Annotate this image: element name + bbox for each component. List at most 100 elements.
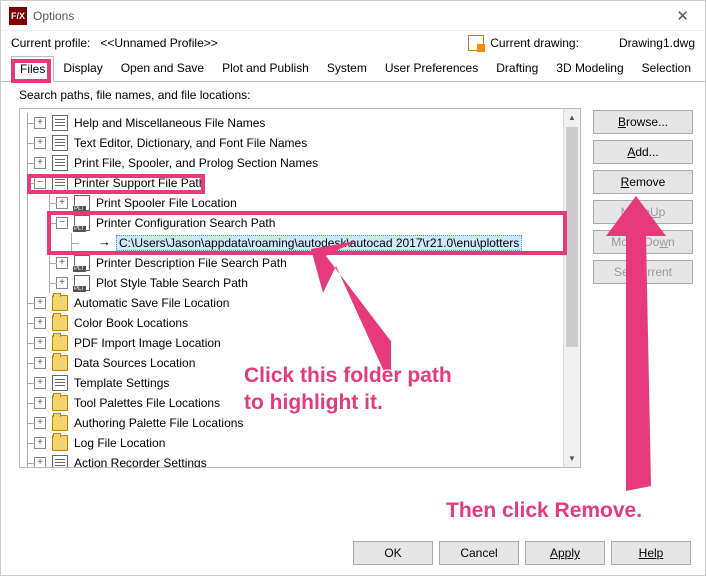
tree-row[interactable]: − Printer Configuration Search Path	[22, 213, 578, 233]
drawing-icon	[468, 35, 484, 51]
expand-icon[interactable]: +	[34, 297, 46, 309]
tree-item-label[interactable]: Action Recorder Settings	[72, 456, 209, 467]
tree-item-label[interactable]: Automatic Save File Location	[72, 296, 231, 310]
tree-item-label[interactable]: Help and Miscellaneous File Names	[72, 116, 267, 130]
doc-icon	[52, 115, 68, 131]
expand-icon[interactable]: +	[34, 437, 46, 449]
annotation-arrow-right	[596, 196, 676, 496]
doc-icon	[52, 135, 68, 151]
doc-icon	[52, 455, 68, 467]
tabs-bar: FilesDisplayOpen and SavePlot and Publis…	[1, 55, 705, 82]
tree-item-label[interactable]: Printer Configuration Search Path	[94, 216, 277, 230]
plt-icon	[74, 215, 90, 231]
tab-system[interactable]: System	[318, 55, 376, 81]
tab-profiles[interactable]: Profiles	[700, 55, 706, 81]
tree-row[interactable]: + Authoring Palette File Locations	[22, 413, 578, 433]
tree-row[interactable]: + Tool Palettes File Locations	[22, 393, 578, 413]
collapse-icon[interactable]: −	[34, 177, 46, 189]
expand-icon[interactable]: +	[34, 157, 46, 169]
doc-icon	[52, 155, 68, 171]
annotation-text-3: Then click Remove.	[446, 499, 642, 523]
collapse-icon[interactable]: −	[56, 217, 68, 229]
folder-icon	[52, 435, 68, 451]
expand-icon[interactable]: +	[34, 317, 46, 329]
close-icon[interactable]: ✕	[668, 7, 697, 25]
expand-icon[interactable]: +	[34, 357, 46, 369]
tree-item-label[interactable]: Data Sources Location	[72, 356, 197, 370]
apply-label: Apply	[550, 546, 580, 560]
expand-icon[interactable]: +	[56, 257, 68, 269]
expand-icon[interactable]: +	[34, 117, 46, 129]
scrollbar-vertical[interactable]: ▲ ▼	[563, 109, 580, 467]
tree-row[interactable]: + Text Editor, Dictionary, and Font File …	[22, 133, 578, 153]
tree-row[interactable]: + Log File Location	[22, 433, 578, 453]
window-title: Options	[33, 9, 668, 23]
current-drawing-label: Current drawing:	[490, 36, 579, 50]
tab-display[interactable]: Display	[54, 55, 111, 81]
scroll-thumb[interactable]	[566, 127, 578, 347]
folder-icon	[52, 395, 68, 411]
tree-item-label[interactable]: Color Book Locations	[72, 316, 190, 330]
folder-icon	[52, 335, 68, 351]
tree-item-label[interactable]: Print Spooler File Location	[94, 196, 239, 210]
add-button[interactable]: Add...	[593, 140, 693, 164]
tree-item-label[interactable]: Printer Support File Path	[72, 176, 207, 190]
expand-icon[interactable]: +	[34, 417, 46, 429]
options-dialog: F/X Options ✕ Current profile: <<Unnamed…	[0, 0, 706, 576]
current-profile-label: Current profile:	[11, 36, 90, 50]
tab-plot-and-publish[interactable]: Plot and Publish	[213, 55, 318, 81]
help-button[interactable]: Help	[611, 541, 691, 565]
tab-3d-modeling[interactable]: 3D Modeling	[547, 55, 632, 81]
expand-icon[interactable]: +	[56, 277, 68, 289]
section-label: Search paths, file names, and file locat…	[1, 82, 705, 108]
tree-row[interactable]: + Print File, Spooler, and Prolog Section…	[22, 153, 578, 173]
help-label: Help	[639, 546, 664, 560]
tree-row[interactable]: − Printer Support File Path	[22, 173, 578, 193]
tree-row[interactable]: + Action Recorder Settings	[22, 453, 578, 467]
expand-icon[interactable]: +	[34, 397, 46, 409]
cancel-button[interactable]: Cancel	[439, 541, 519, 565]
dialog-buttons: OK Cancel Apply Help	[353, 541, 691, 565]
remove-button[interactable]: Remove	[593, 170, 693, 194]
folder-icon	[52, 415, 68, 431]
tree-row[interactable]: + Help and Miscellaneous File Names	[22, 113, 578, 133]
tree-item-label[interactable]: Authoring Palette File Locations	[72, 416, 245, 430]
tree-item-label[interactable]: Log File Location	[72, 436, 167, 450]
expand-icon[interactable]: +	[34, 337, 46, 349]
plt-icon	[74, 275, 90, 291]
expand-icon[interactable]: +	[34, 457, 46, 467]
tab-drafting[interactable]: Drafting	[487, 55, 547, 81]
profile-row: Current profile: <<Unnamed Profile>> Cur…	[1, 31, 705, 55]
ok-button[interactable]: OK	[353, 541, 433, 565]
tree-item-label[interactable]: PDF Import Image Location	[72, 336, 223, 350]
tab-open-and-save[interactable]: Open and Save	[112, 55, 213, 81]
expand-icon[interactable]: +	[56, 197, 68, 209]
current-profile-value: <<Unnamed Profile>>	[100, 36, 320, 50]
scroll-up-icon[interactable]: ▲	[564, 109, 580, 126]
tab-user-preferences[interactable]: User Preferences	[376, 55, 487, 81]
doc-icon	[52, 175, 68, 191]
current-drawing-value: Drawing1.dwg	[619, 36, 695, 50]
doc-icon	[52, 375, 68, 391]
apply-button[interactable]: Apply	[525, 541, 605, 565]
folder-icon	[52, 315, 68, 331]
folder-icon	[52, 355, 68, 371]
titlebar: F/X Options ✕	[1, 1, 705, 31]
tree-item-label[interactable]: Tool Palettes File Locations	[72, 396, 222, 410]
expand-icon[interactable]: +	[34, 137, 46, 149]
browse-button[interactable]: Browse...	[593, 110, 693, 134]
tree-row[interactable]: + Print Spooler File Location	[22, 193, 578, 213]
annotation-arrow-left	[291, 241, 391, 381]
plt-icon	[74, 195, 90, 211]
tree-item-label[interactable]: Text Editor, Dictionary, and Font File N…	[72, 136, 309, 150]
arrow-icon	[96, 235, 112, 251]
tree-item-label[interactable]: Template Settings	[72, 376, 171, 390]
scroll-down-icon[interactable]: ▼	[564, 450, 580, 467]
app-icon: F/X	[9, 7, 27, 25]
tab-files[interactable]: Files	[11, 56, 54, 82]
expand-icon[interactable]: +	[34, 377, 46, 389]
tab-selection[interactable]: Selection	[633, 55, 700, 81]
tree-item-label[interactable]: Print File, Spooler, and Prolog Section …	[72, 156, 320, 170]
tree-item-label[interactable]: Printer Description File Search Path	[94, 256, 289, 270]
tree-item-label[interactable]: Plot Style Table Search Path	[94, 276, 250, 290]
